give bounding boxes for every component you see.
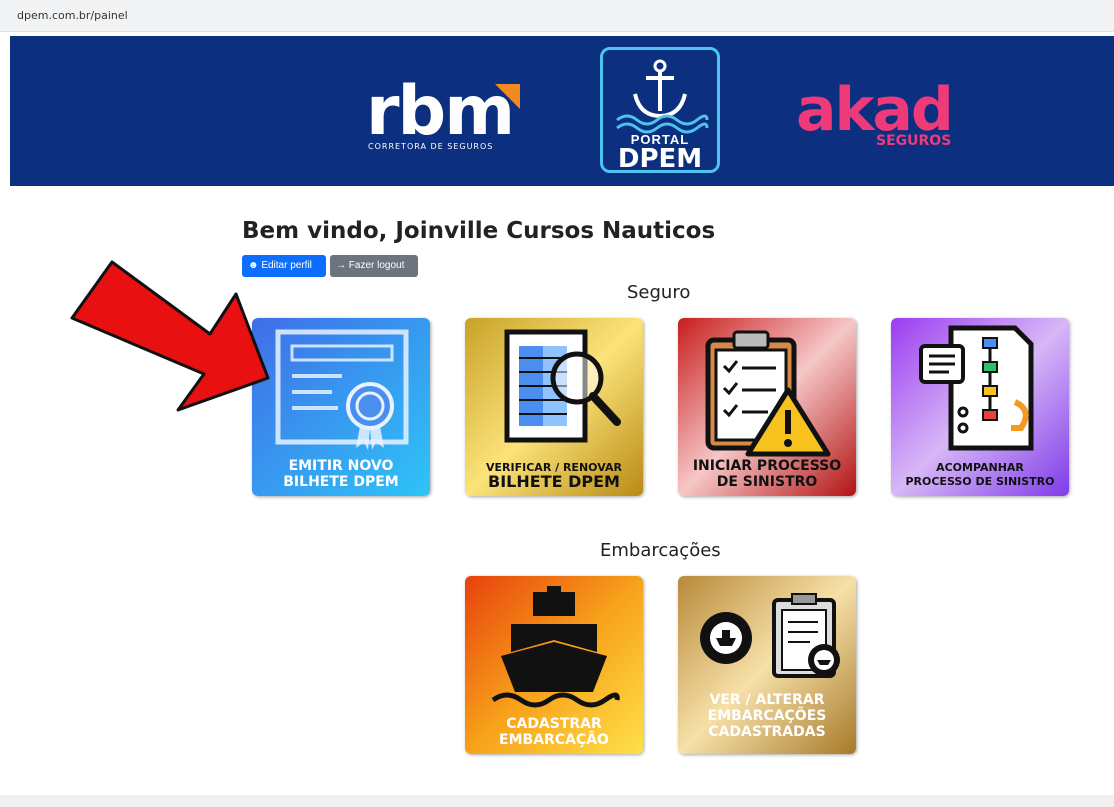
tile-label-line3: CADASTRADAS	[708, 724, 826, 740]
tile-label-line2: EMBARCAÇÃO	[499, 732, 609, 748]
logout-icon: →	[336, 260, 346, 271]
tile-label-line1: INICIAR PROCESSO	[692, 458, 842, 474]
portal-dpem-logo[interactable]: PORTAL DPEM	[600, 47, 720, 174]
logout-label: Fazer logout	[348, 260, 405, 271]
tile-label-line1: CADASTRAR	[506, 716, 602, 732]
logout-button[interactable]: → Fazer logout	[330, 255, 418, 277]
rbm-logo-accent-icon	[495, 84, 520, 109]
tile-label-line1: EMITIR NOVO	[288, 458, 394, 474]
tile-label-line2: BILHETE DPEM	[283, 474, 399, 490]
browser-address-bar[interactable]: dpem.com.br/painel	[0, 0, 1114, 32]
rbm-logo-subtitle: CORRETORA DE SEGUROS	[368, 142, 494, 151]
section-title-seguro: Seguro	[627, 282, 691, 303]
tile-verificar-renovar[interactable]: VERIFICAR / RENOVAR BILHETE DPEM	[465, 318, 643, 496]
red-arrow-annotation-icon	[70, 260, 270, 412]
url-text: dpem.com.br/painel	[17, 9, 128, 22]
footer-bar	[0, 795, 1114, 807]
tile-label-line2: DE SINISTRO	[716, 474, 818, 490]
welcome-heading: Bem vindo, Joinville Cursos Nauticos	[242, 218, 716, 244]
tile-cadastrar-embarcacao[interactable]: CADASTRAR EMBARCAÇÃO	[465, 576, 643, 754]
akad-logo-subtitle: SEGUROS	[876, 133, 952, 149]
tile-ver-alterar-embarcacoes[interactable]: VER / ALTERAR EMBARCAÇÕES CADASTRADAS	[678, 576, 856, 754]
tile-iniciar-sinistro[interactable]: INICIAR PROCESSO DE SINISTRO	[678, 318, 856, 496]
tile-label-line2: BILHETE DPEM	[488, 472, 620, 491]
tile-label-line1: VER / ALTERAR	[709, 692, 825, 708]
akad-logo: akad	[796, 75, 954, 145]
section-title-embarcacoes: Embarcações	[600, 540, 721, 561]
anchor-icon	[616, 59, 709, 134]
tile-label-line2: PROCESSO DE SINISTRO	[905, 475, 1055, 488]
tile-label-line2: EMBARCAÇÕES	[707, 708, 827, 724]
rbm-logo: rbm	[366, 72, 515, 151]
tile-acompanhar-sinistro[interactable]: ACOMPANHAR PROCESSO DE SINISTRO	[891, 318, 1069, 496]
portal-logo-line2: DPEM	[617, 144, 703, 174]
